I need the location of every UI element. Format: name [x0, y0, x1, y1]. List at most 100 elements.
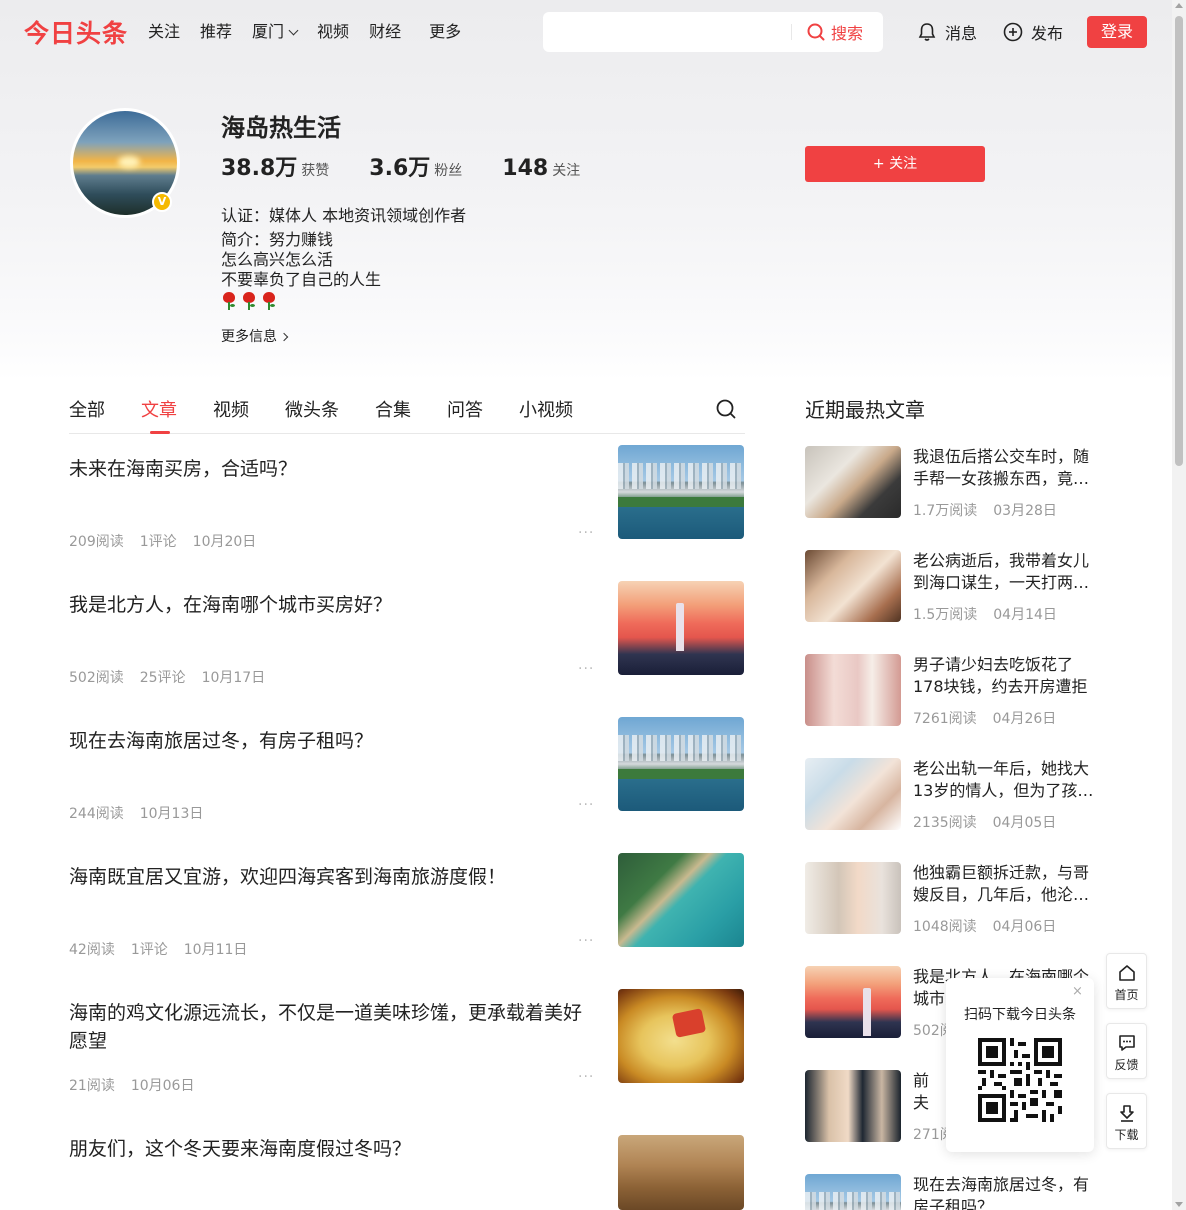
more-options-icon[interactable]: ···: [578, 797, 594, 813]
hot-article-title[interactable]: 现在去海南旅居过冬，有房子租吗？: [913, 1174, 1103, 1210]
hot-article-thumbnail[interactable]: [805, 446, 901, 518]
hot-article-title[interactable]: 老公病逝后，我带着女儿到海口谋生，一天打两…: [913, 550, 1103, 594]
bio-line: 怎么高兴怎么活: [221, 250, 334, 269]
search-icon[interactable]: [715, 398, 737, 420]
article-thumbnail[interactable]: [618, 853, 744, 947]
hot-article-title[interactable]: 我退伍后搭公交车时，随手帮一女孩搬东西，竟…: [913, 446, 1103, 490]
hot-article-item[interactable]: 我退伍后搭公交车时，随手帮一女孩搬东西，竟… 1.7万阅读 03月28日: [805, 446, 1105, 520]
more-info-link[interactable]: 更多信息: [221, 326, 289, 346]
hot-article-thumbnail[interactable]: [805, 550, 901, 622]
article-meta: 244阅读 10月13日: [69, 803, 203, 823]
profile-stats: 38.8万 获赞 3.6万 粉丝 148 关注: [221, 150, 620, 182]
article-item[interactable]: 现在去海南旅居过冬，有房子租吗？ 244阅读 10月13日 ···: [69, 717, 745, 863]
hot-article-title[interactable]: 前夫后跑: [913, 1070, 943, 1114]
tab-short-videos[interactable]: 小视频: [519, 396, 573, 422]
article-item[interactable]: 海南的鸡文化源远流长，不仅是一道美味珍馐，更承载着美好愿望 21阅读 10月06…: [69, 989, 745, 1135]
article-meta: 502阅读 25评论 10月17日: [69, 667, 265, 687]
article-item[interactable]: 未来在海南买房，合适吗？ 209阅读 1评论 10月20日 ···: [69, 445, 745, 591]
article-reads: 244阅读: [69, 806, 124, 822]
tab-videos[interactable]: 视频: [213, 396, 249, 422]
more-options-icon[interactable]: ···: [578, 661, 594, 677]
article-thumbnail[interactable]: [618, 581, 744, 675]
nav-item-finance[interactable]: 财经: [369, 20, 401, 44]
article-title[interactable]: 现在去海南旅居过冬，有房子租吗？: [69, 727, 594, 755]
hot-article-thumbnail[interactable]: [805, 758, 901, 830]
article-meta: 21阅读 10月06日: [69, 1075, 194, 1095]
hot-article-item[interactable]: 老公出轨一年后，她找大13岁的情人，但为了孩… 2135阅读 04月05日: [805, 758, 1105, 831]
nav-item-video[interactable]: 视频: [317, 20, 349, 44]
scrollbar-thumb[interactable]: [1175, 16, 1183, 466]
scroll-down-arrow-icon[interactable]: [1175, 1202, 1183, 1207]
article-title[interactable]: 海南的鸡文化源远流长，不仅是一道美味珍馐，更承载着美好愿望: [69, 999, 594, 1055]
search-box: 搜索: [543, 12, 883, 52]
hot-article-thumbnail[interactable]: [805, 654, 901, 726]
tab-articles[interactable]: 文章: [141, 396, 177, 422]
hot-article-thumbnail[interactable]: [805, 862, 901, 934]
hot-article-meta: 1.7万阅读 03月28日: [913, 500, 1057, 520]
hot-article-item[interactable]: 现在去海南旅居过冬，有房子租吗？: [805, 1174, 1105, 1210]
article-reads: 21阅读: [69, 1078, 115, 1094]
avatar-sun: [118, 156, 140, 168]
tab-collections[interactable]: 合集: [375, 396, 411, 422]
messages-button[interactable]: 消息: [917, 20, 977, 44]
article-title[interactable]: 我是北方人，在海南哪个城市买房好？: [69, 591, 594, 619]
nav-item-city[interactable]: 厦门: [252, 20, 299, 44]
rose-icon: [221, 292, 237, 310]
article-thumbnail[interactable]: [618, 445, 744, 539]
hot-article-title[interactable]: 男子请少妇去吃饭花了178块钱，约去开房遭拒后…: [913, 654, 1103, 698]
qr-title: 扫码下载今日头条: [964, 1007, 1076, 1023]
home-float-button[interactable]: 首页: [1106, 953, 1147, 1009]
hot-article-item[interactable]: 老公病逝后，我带着女儿到海口谋生，一天打两… 1.5万阅读 04月14日: [805, 550, 1105, 623]
content-tabs: 全部 文章 视频 微头条 合集 问答 小视频: [69, 396, 745, 434]
home-icon: [1118, 965, 1135, 981]
hot-article-title[interactable]: 他独霸巨额拆迁款，与哥嫂反目，几年后，他沦…: [913, 862, 1103, 906]
nav-item-recommend[interactable]: 推荐: [200, 20, 232, 44]
tab-all[interactable]: 全部: [69, 396, 105, 422]
hot-article-reads: 1.5万阅读: [913, 607, 978, 623]
search-input[interactable]: [543, 12, 791, 52]
publish-button[interactable]: 发布: [1003, 20, 1063, 44]
hot-article-item[interactable]: 男子请少妇去吃饭花了178块钱，约去开房遭拒后… 7261阅读 04月26日: [805, 654, 1105, 727]
stat-following-num: 148: [502, 156, 549, 181]
hot-article-thumbnail[interactable]: [805, 1174, 901, 1210]
bio-line: 简介：努力赚钱: [221, 230, 334, 249]
article-item[interactable]: 朋友们，这个冬天要来海南度假过冬吗？: [69, 1135, 745, 1210]
hot-article-title[interactable]: 老公出轨一年后，她找大13岁的情人，但为了孩…: [913, 758, 1103, 802]
article-title[interactable]: 未来在海南买房，合适吗？: [69, 455, 594, 483]
stat-following[interactable]: 148 关注: [502, 156, 580, 181]
article-item[interactable]: 海南既宜居又宜游，欢迎四海宾客到海南旅游度假！ 42阅读 1评论 10月11日 …: [69, 853, 745, 999]
top-header: 今日头条 关注 推荐 厦门 视频 财经 更多 搜索 消息 发布 登录: [0, 0, 1172, 64]
search-icon: [807, 23, 825, 41]
page-scrollbar[interactable]: [1172, 0, 1186, 1210]
download-float-button[interactable]: 下载: [1106, 1093, 1147, 1149]
nav-item-follow[interactable]: 关注: [148, 20, 180, 44]
hot-article-thumbnail[interactable]: [805, 1070, 901, 1142]
rose-emojis: [221, 292, 381, 310]
article-title[interactable]: 朋友们，这个冬天要来海南度假过冬吗？: [69, 1135, 594, 1163]
feedback-float-button[interactable]: 反馈: [1106, 1023, 1147, 1079]
search-button[interactable]: 搜索: [807, 12, 863, 52]
stat-fans[interactable]: 3.6万 粉丝: [369, 150, 462, 182]
login-button[interactable]: 登录: [1087, 16, 1147, 48]
hot-article-date: 04月05日: [992, 815, 1057, 831]
home-label: 首页: [1114, 988, 1139, 1002]
scroll-up-arrow-icon[interactable]: [1175, 3, 1183, 8]
article-item[interactable]: 我是北方人，在海南哪个城市买房好？ 502阅读 25评论 10月17日 ···: [69, 581, 745, 727]
toutiao-logo[interactable]: 今日头条: [24, 14, 128, 50]
close-icon[interactable]: ×: [1072, 984, 1083, 999]
article-thumbnail[interactable]: [618, 717, 744, 811]
hot-article-thumbnail[interactable]: [805, 966, 901, 1038]
hot-article-date: 04月14日: [993, 607, 1057, 623]
tab-weitoutiao[interactable]: 微头条: [285, 396, 339, 422]
more-options-icon[interactable]: ···: [578, 1069, 594, 1085]
nav-item-more[interactable]: 更多: [429, 20, 461, 44]
article-thumbnail[interactable]: [618, 1135, 744, 1210]
tab-qa[interactable]: 问答: [447, 396, 483, 422]
more-options-icon[interactable]: ···: [578, 933, 594, 949]
hot-article-item[interactable]: 他独霸巨额拆迁款，与哥嫂反目，几年后，他沦… 1048阅读 04月06日: [805, 862, 1105, 935]
more-options-icon[interactable]: ···: [578, 525, 594, 541]
article-title[interactable]: 海南既宜居又宜游，欢迎四海宾客到海南旅游度假！: [69, 863, 594, 891]
article-thumbnail[interactable]: [618, 989, 744, 1083]
follow-button[interactable]: + 关注: [805, 146, 985, 182]
article-date: 10月13日: [139, 806, 204, 822]
